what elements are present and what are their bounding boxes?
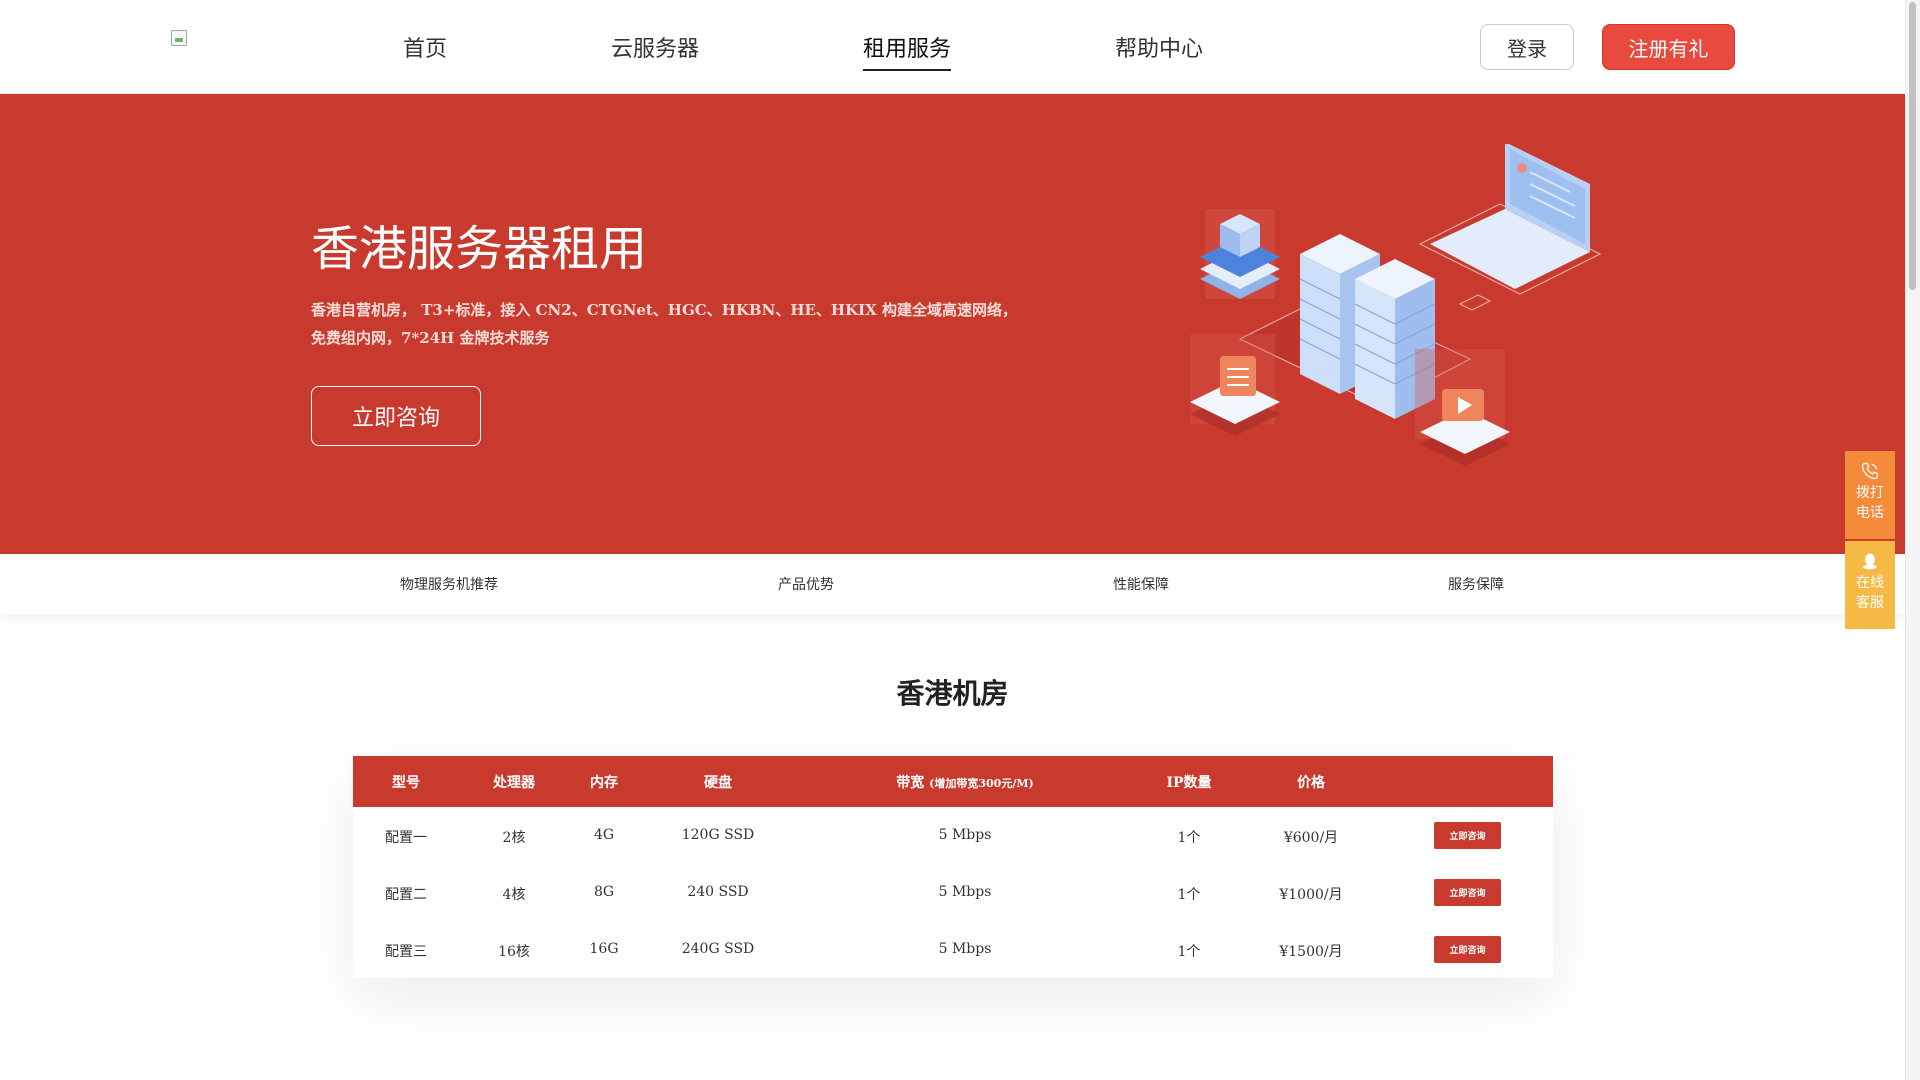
row-consult-button[interactable]: 立即咨询 [1434, 822, 1501, 849]
hero-title: 香港服务器租用 [311, 221, 648, 277]
hero-banner: 香港服务器租用 香港自营机房， T3+标准，接入 CN2、CTGNet、HGC、… [0, 94, 1905, 554]
floating-contact-panel: 拨打 电话 在线 客服 [1845, 451, 1895, 629]
chat-penguin-icon [1863, 553, 1877, 570]
row-consult-button[interactable]: 立即咨询 [1434, 936, 1501, 963]
column-header-ip: IP数量 [1166, 775, 1212, 791]
bandwidth-label: 带宽 [896, 775, 925, 791]
cell-memory: 4G [593, 827, 615, 843]
table-header: 型号 处理器 内存 硬盘 带宽 (增加带宽300元/M) IP数量 价格 [353, 756, 1553, 807]
pricing-table: 型号 处理器 内存 硬盘 带宽 (增加带宽300元/M) IP数量 价格 配置一… [353, 756, 1553, 978]
cell-model: 配置二 [385, 887, 427, 903]
register-button[interactable]: 注册有礼 [1602, 24, 1735, 70]
cell-disk: 120G SSD [681, 827, 755, 843]
chat-label-line2: 客服 [1856, 595, 1884, 611]
cell-disk: 240G SSD [681, 941, 755, 957]
hero-description: 香港自营机房， T3+标准，接入 CN2、CTGNet、HGC、HKBN、HE、… [311, 301, 1018, 347]
cell-bandwidth: 5 Mbps [938, 941, 992, 957]
server-rack-icon [1299, 234, 1436, 419]
table-row: 配置二 4核 8G 240 SSD 5 Mbps 1个 ¥1000/月 立即咨询 [353, 864, 1553, 921]
call-phone-button[interactable]: 拨打 电话 [1845, 451, 1895, 539]
cell-ip: 1个 [1177, 944, 1201, 960]
column-header-disk: 硬盘 [704, 775, 732, 791]
column-header-memory: 内存 [590, 775, 618, 791]
section-subnav: 物理服务机推荐 产品优势 性能保障 服务保障 [0, 554, 1905, 614]
cell-price: ¥1000/月 [1279, 887, 1343, 903]
table-row: 配置一 2核 4G 120G SSD 5 Mbps 1个 ¥600/月 立即咨询 [353, 807, 1553, 864]
document-tile-icon [1190, 334, 1280, 436]
cell-cpu: 2核 [502, 830, 526, 846]
row-consult-button[interactable]: 立即咨询 [1434, 879, 1501, 906]
column-header-model: 型号 [392, 775, 420, 791]
cell-memory: 8G [593, 884, 615, 900]
logo-image[interactable] [171, 30, 187, 46]
cell-bandwidth: 5 Mbps [938, 827, 992, 843]
subnav-item-recommend[interactable]: 物理服务机推荐 [400, 574, 498, 594]
column-header-bandwidth: 带宽 (增加带宽300元/M) [896, 772, 1033, 792]
column-header-cpu: 处理器 [493, 775, 535, 791]
chat-label-line1: 在线 [1856, 575, 1884, 591]
nav-item-cloud-server[interactable]: 云服务器 [611, 31, 699, 71]
subnav-item-performance[interactable]: 性能保障 [1113, 574, 1169, 594]
scrollbar-thumb[interactable] [1909, 2, 1916, 290]
subnav-item-advantages[interactable]: 产品优势 [778, 574, 834, 594]
cell-bandwidth: 5 Mbps [938, 884, 992, 900]
phone-label-line2: 电话 [1856, 505, 1884, 521]
bandwidth-note: (增加带宽300元/M) [929, 777, 1034, 790]
laptop-icon [1418, 144, 1602, 295]
server-illustration [1190, 144, 1602, 466]
login-button[interactable]: 登录 [1480, 24, 1574, 70]
phone-label-line1: 拨打 [1856, 485, 1884, 501]
cell-memory: 16G [589, 941, 619, 957]
cube-stack-icon [1200, 209, 1280, 299]
nav-item-help-center[interactable]: 帮助中心 [1115, 31, 1203, 71]
cell-cpu: 16核 [498, 944, 530, 960]
top-header: 首页 云服务器 租用服务 帮助中心 登录 注册有礼 [0, 0, 1905, 94]
cell-price: ¥1500/月 [1279, 944, 1343, 960]
online-service-button[interactable]: 在线 客服 [1845, 541, 1895, 629]
section-title: 香港机房 [896, 677, 1009, 710]
cell-cpu: 4核 [502, 887, 526, 903]
cell-model: 配置一 [385, 830, 427, 846]
phone-icon [1861, 462, 1879, 480]
column-header-price: 价格 [1297, 775, 1325, 791]
cell-ip: 1个 [1177, 887, 1201, 903]
subnav-item-service[interactable]: 服务保障 [1448, 574, 1504, 594]
cell-model: 配置三 [385, 944, 427, 960]
cell-ip: 1个 [1177, 830, 1201, 846]
cell-price: ¥600/月 [1283, 830, 1339, 846]
nav-item-rental-service[interactable]: 租用服务 [863, 31, 952, 71]
table-row: 配置三 16核 16G 240G SSD 5 Mbps 1个 ¥1500/月 立… [353, 921, 1553, 978]
consult-now-button[interactable]: 立即咨询 [311, 386, 481, 446]
nav-item-home[interactable]: 首页 [403, 31, 447, 71]
video-tile-icon [1415, 349, 1510, 466]
cell-disk: 240 SSD [687, 884, 749, 900]
